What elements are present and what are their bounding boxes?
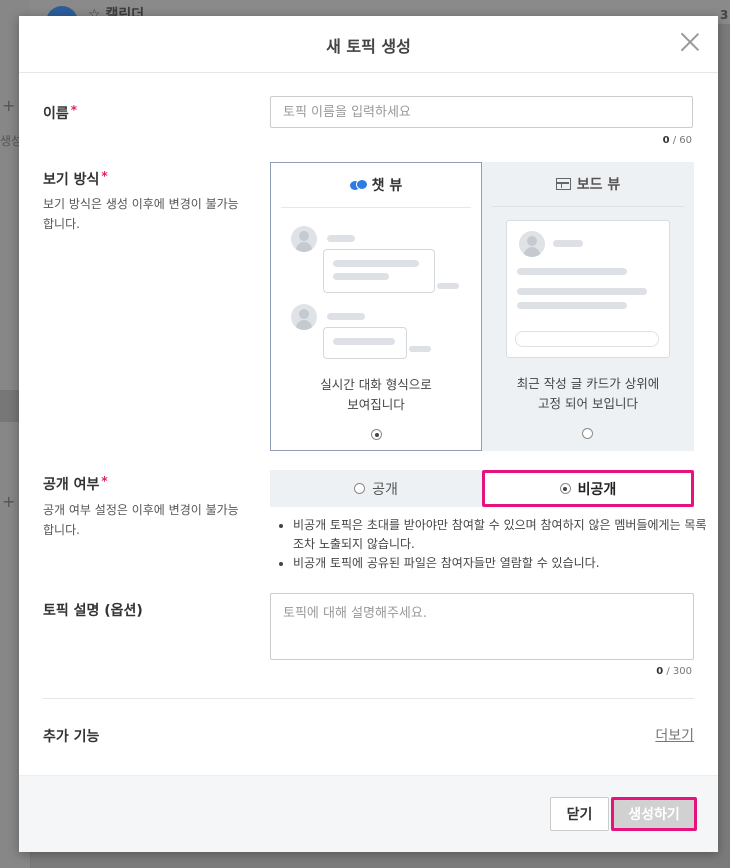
time-placeholder — [409, 346, 431, 352]
close-icon[interactable] — [680, 32, 700, 52]
visibility-note: 공개 여부 설정은 이후에 변경이 불가능합니다. — [43, 503, 239, 537]
text-placeholder — [517, 288, 647, 295]
close-button[interactable]: 닫기 — [550, 797, 609, 831]
message-bubble-placeholder — [323, 249, 435, 293]
modal-header: 새 토픽 생성 — [19, 16, 718, 73]
note-item: 비공개 토픽은 초대를 받아야만 참여할 수 있으며 참여하지 않은 멤버들에게… — [293, 516, 713, 554]
public-label: 공개 — [372, 481, 398, 498]
view-mode-options: 챗 뷰 실시간 대화 형식으로 보여집니다 보드 뷰 최근 작성 글 카드가 상… — [270, 162, 694, 453]
visibility-toggle: 공개 비공개 — [270, 470, 694, 507]
board-view-description: 최근 작성 글 카드가 상위에 고정 되어 보입니다 — [516, 376, 660, 411]
time-placeholder — [437, 283, 459, 289]
avatar-placeholder-icon — [291, 226, 317, 252]
section-divider — [43, 698, 694, 699]
topic-description-input[interactable] — [270, 593, 694, 660]
description-char-counter: 0 / 300 — [656, 666, 692, 677]
private-option[interactable]: 비공개 — [482, 470, 694, 507]
name-label: 이름 * — [43, 103, 78, 122]
name-placeholder — [327, 313, 365, 320]
visibility-label: 공개 여부 * — [43, 474, 108, 493]
board-icon — [555, 178, 571, 190]
chat-view-radio[interactable] — [371, 429, 382, 440]
background-count: 3 — [720, 8, 729, 22]
create-topic-modal: 새 토픽 생성 이름* 0 / 60 보기 방식* 보기 방식은 생성 이후에 … — [19, 16, 718, 852]
text-placeholder — [517, 268, 627, 275]
name-placeholder — [553, 240, 583, 247]
avatar-placeholder-icon — [291, 304, 317, 330]
public-option[interactable]: 공개 — [270, 470, 482, 507]
chat-view-option[interactable]: 챗 뷰 실시간 대화 형식으로 보여집니다 — [270, 162, 482, 451]
note-item: 비공개 토픽에 공유된 파일은 참여자들만 열람할 수 있습니다. — [293, 554, 713, 573]
avatar-placeholder-icon — [519, 231, 545, 257]
text-placeholder — [333, 273, 389, 280]
board-view-illustration — [506, 220, 670, 358]
board-view-label: 보드 뷰 — [576, 177, 621, 193]
name-placeholder — [327, 235, 355, 242]
required-mark: * — [70, 103, 78, 117]
private-radio[interactable] — [559, 483, 571, 494]
modal-title: 새 토픽 생성 — [326, 37, 411, 56]
chat-bubbles-icon — [349, 179, 368, 191]
board-view-option[interactable]: 보드 뷰 최근 작성 글 카드가 상위에 고정 되어 보입니다 — [482, 162, 694, 451]
board-view-radio[interactable] — [582, 428, 593, 439]
description-label: 토픽 설명 (옵션) — [43, 603, 143, 619]
text-placeholder — [333, 260, 419, 267]
view-mode-note: 보기 방식은 생성 이후에 변경이 불가능합니다. — [43, 197, 239, 231]
public-radio[interactable] — [354, 483, 366, 494]
more-link[interactable]: 더보기 — [655, 725, 694, 745]
text-placeholder — [333, 338, 395, 345]
comment-placeholder — [515, 331, 659, 347]
name-char-counter: 0 / 60 — [662, 135, 692, 146]
private-label: 비공개 — [577, 481, 617, 498]
create-button[interactable]: 생성하기 — [611, 797, 697, 831]
chat-view-header: 챗 뷰 — [281, 163, 471, 208]
topic-name-input[interactable] — [270, 96, 693, 128]
modal-footer: 닫기 생성하기 — [19, 775, 718, 852]
add-icon: + — [2, 96, 16, 115]
extra-features-label: 추가 기능 — [43, 729, 100, 745]
chat-view-description: 실시간 대화 형식으로 보여집니다 — [320, 377, 432, 412]
board-view-header: 보드 뷰 — [492, 162, 684, 207]
chat-view-label: 챗 뷰 — [371, 178, 403, 194]
view-mode-label: 보기 방식 * — [43, 169, 108, 188]
required-mark: * — [101, 169, 108, 183]
required-mark: * — [101, 474, 108, 488]
text-placeholder — [517, 302, 627, 309]
add-icon: + — [2, 492, 16, 511]
private-topic-notes: 비공개 토픽은 초대를 받아야만 참여할 수 있으며 참여하지 않은 멤버들에게… — [277, 516, 713, 573]
